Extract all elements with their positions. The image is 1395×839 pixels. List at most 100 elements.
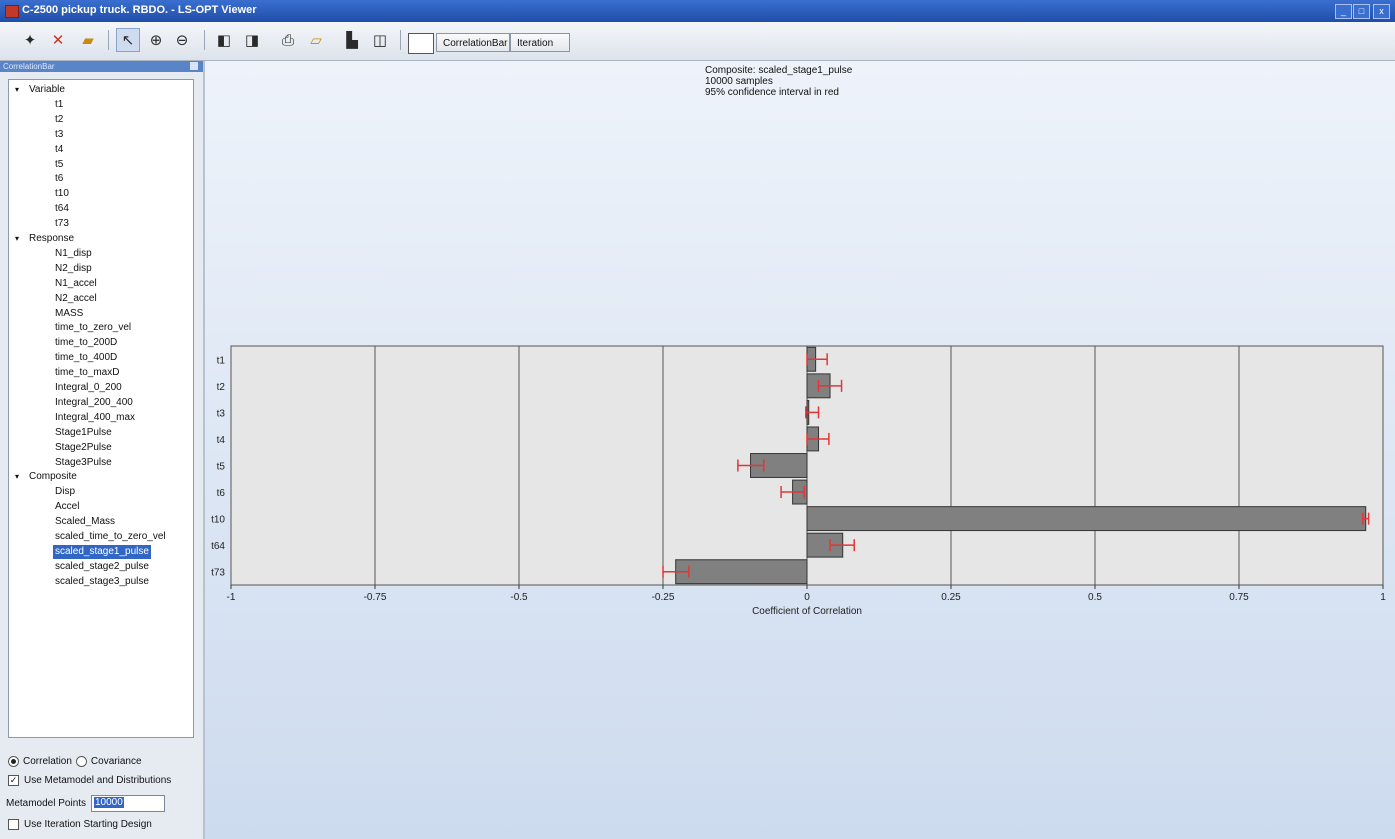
print-icon[interactable]: ⎙: [276, 28, 300, 52]
tree-item[interactable]: N2_disp: [53, 262, 94, 276]
expand-icon[interactable]: ▾: [15, 83, 29, 97]
x-tick-label: -0.25: [652, 592, 675, 603]
tree-item[interactable]: Accel: [53, 500, 81, 514]
pointer-icon[interactable]: ↖: [116, 28, 140, 52]
close-button[interactable]: x: [1373, 4, 1390, 19]
tree-item[interactable]: Integral_400_max: [53, 411, 137, 425]
tree-item[interactable]: N1_disp: [53, 247, 94, 261]
minimize-button[interactable]: _: [1335, 4, 1352, 19]
tree-item[interactable]: Integral_200_400: [53, 396, 135, 410]
panel-header: CorrelationBar: [0, 61, 203, 72]
use-iteration-option: Use Iteration Starting Design: [8, 819, 152, 830]
tree-item[interactable]: time_to_maxD: [53, 366, 121, 380]
tab-correlation-bar[interactable]: CorrelationBar: [436, 33, 510, 52]
bar-t10: [806, 506, 1367, 532]
tree-item[interactable]: time_to_400D: [53, 351, 119, 365]
toolbar-separator: [204, 30, 205, 50]
y-tick-label: t2: [217, 382, 226, 393]
bar-t73: [675, 559, 808, 585]
tree-item[interactable]: MASS: [53, 307, 85, 321]
tree-item[interactable]: t4: [53, 143, 65, 157]
y-tick-label: t5: [217, 462, 226, 473]
y-tick-label: t64: [211, 541, 225, 552]
zoom-out-icon[interactable]: ⊖: [170, 28, 194, 52]
tree-group-response[interactable]: ▾ Response: [15, 232, 74, 246]
plot-color-swatch[interactable]: [408, 33, 434, 54]
tree-item[interactable]: t73: [53, 217, 71, 231]
prev-icon[interactable]: ◧: [212, 28, 236, 52]
x-tick-label: -1: [227, 592, 236, 603]
x-tick-label: 0: [804, 592, 810, 603]
app-icon: [5, 5, 19, 18]
next-icon[interactable]: ◨: [240, 28, 264, 52]
tree-item[interactable]: time_to_200D: [53, 336, 119, 350]
tree-item[interactable]: Stage3Pulse: [53, 456, 114, 470]
tree-item[interactable]: Disp: [53, 485, 77, 499]
export-icon[interactable]: ▱: [304, 28, 328, 52]
tree-item[interactable]: scaled_stage2_pulse: [53, 560, 151, 574]
window-title: C-2500 pickup truck. RBDO. - LS-OPT View…: [22, 4, 257, 16]
tree-item[interactable]: time_to_zero_vel: [53, 321, 133, 335]
metamodel-points-input[interactable]: 10000: [91, 795, 165, 812]
radio-correlation[interactable]: [8, 756, 19, 767]
y-tick-label: t4: [217, 435, 226, 446]
layout-icon[interactable]: ▙: [340, 28, 364, 52]
tree-item[interactable]: scaled_stage1_pulse: [53, 544, 151, 559]
x-tick-label: 0.25: [941, 592, 961, 603]
mode-options: Correlation Covariance: [8, 756, 142, 767]
tree-item[interactable]: t6: [53, 172, 65, 186]
radio-correlation-label: Correlation: [23, 756, 72, 767]
expand-icon[interactable]: ▾: [15, 470, 29, 484]
y-tick-label: t3: [217, 408, 226, 419]
toolbar-separator: [400, 30, 401, 50]
maximize-button[interactable]: □: [1353, 4, 1370, 19]
tree-item[interactable]: N2_accel: [53, 292, 99, 306]
left-panel: CorrelationBar ▾ Variable t1 t2 t3 t4 t5 t6 t10 t…: [0, 61, 205, 839]
tree-item[interactable]: scaled_stage3_pulse: [53, 575, 151, 589]
use-metamodel-option: ✓ Use Metamodel and Distributions: [8, 775, 171, 786]
radio-covariance[interactable]: [75, 756, 87, 767]
zoom-in-icon[interactable]: ⊕: [144, 28, 168, 52]
tree-group-variable[interactable]: ▾ Variable: [15, 83, 65, 97]
title-bar: C-2500 pickup truck. RBDO. - LS-OPT View…: [0, 0, 1395, 22]
tree-group-composite[interactable]: ▾ Composite: [15, 470, 77, 484]
tree-group-label: Variable: [29, 84, 65, 95]
y-tick-label: t10: [211, 515, 225, 526]
variable-tree[interactable]: ▾ Variable t1 t2 t3 t4 t5 t6 t10 t64 t73 ▾ Response N…: [8, 79, 194, 738]
panel-close-icon[interactable]: [190, 62, 198, 70]
use-iteration-checkbox[interactable]: [8, 819, 19, 830]
delete-plot-icon[interactable]: ✕: [46, 28, 70, 52]
tree-item[interactable]: t1: [53, 98, 65, 112]
x-tick-label: 0.75: [1229, 592, 1249, 603]
y-tick-label: t1: [217, 355, 226, 366]
tab-iteration[interactable]: Iteration: [510, 33, 570, 52]
y-tick-label: t6: [217, 488, 226, 499]
tree-item[interactable]: t5: [53, 158, 65, 172]
tree-group-label: Response: [29, 233, 75, 244]
panel-title: CorrelationBar: [3, 62, 55, 71]
tree-item[interactable]: t64: [53, 202, 71, 216]
open-icon[interactable]: ▰: [76, 28, 100, 52]
tree-item[interactable]: Stage1Pulse: [53, 426, 114, 440]
x-axis-label: Coefficient of Correlation: [752, 606, 862, 617]
tree-item[interactable]: t3: [53, 128, 65, 142]
tree-item[interactable]: Scaled_Mass: [53, 515, 117, 529]
x-tick-label: 1: [1380, 592, 1386, 603]
tree-item[interactable]: Stage2Pulse: [53, 441, 114, 455]
expand-icon[interactable]: ▾: [15, 232, 29, 246]
use-metamodel-checkbox[interactable]: ✓: [8, 775, 19, 786]
tree-item[interactable]: scaled_time_to_zero_vel: [53, 530, 168, 544]
tree-item[interactable]: N1_accel: [53, 277, 99, 291]
correlation-bar-chart[interactable]: -1 -0.75 -0.5 -0.25 0 0.25 0.5 0.75 1 Coefficient…: [205, 61, 1395, 621]
tree-item[interactable]: t2: [53, 113, 65, 127]
metamodel-points-value: 10000: [94, 797, 124, 808]
tree-group-label: Composite: [29, 471, 77, 483]
add-plot-icon[interactable]: ✦: [18, 28, 42, 52]
radio-covariance-label: Covariance: [90, 756, 142, 767]
x-tick-label: -0.5: [510, 592, 528, 603]
columns-icon[interactable]: ◫: [368, 28, 392, 52]
tree-item[interactable]: Integral_0_200: [53, 381, 124, 395]
toolbar: ✦ ✕ ▰ ↖ ⊕ ⊖ ◧ ◨ ⎙ ▱ ▙ ◫: [0, 22, 1395, 61]
x-tick-label: -0.75: [364, 592, 387, 603]
tree-item[interactable]: t10: [53, 187, 71, 201]
